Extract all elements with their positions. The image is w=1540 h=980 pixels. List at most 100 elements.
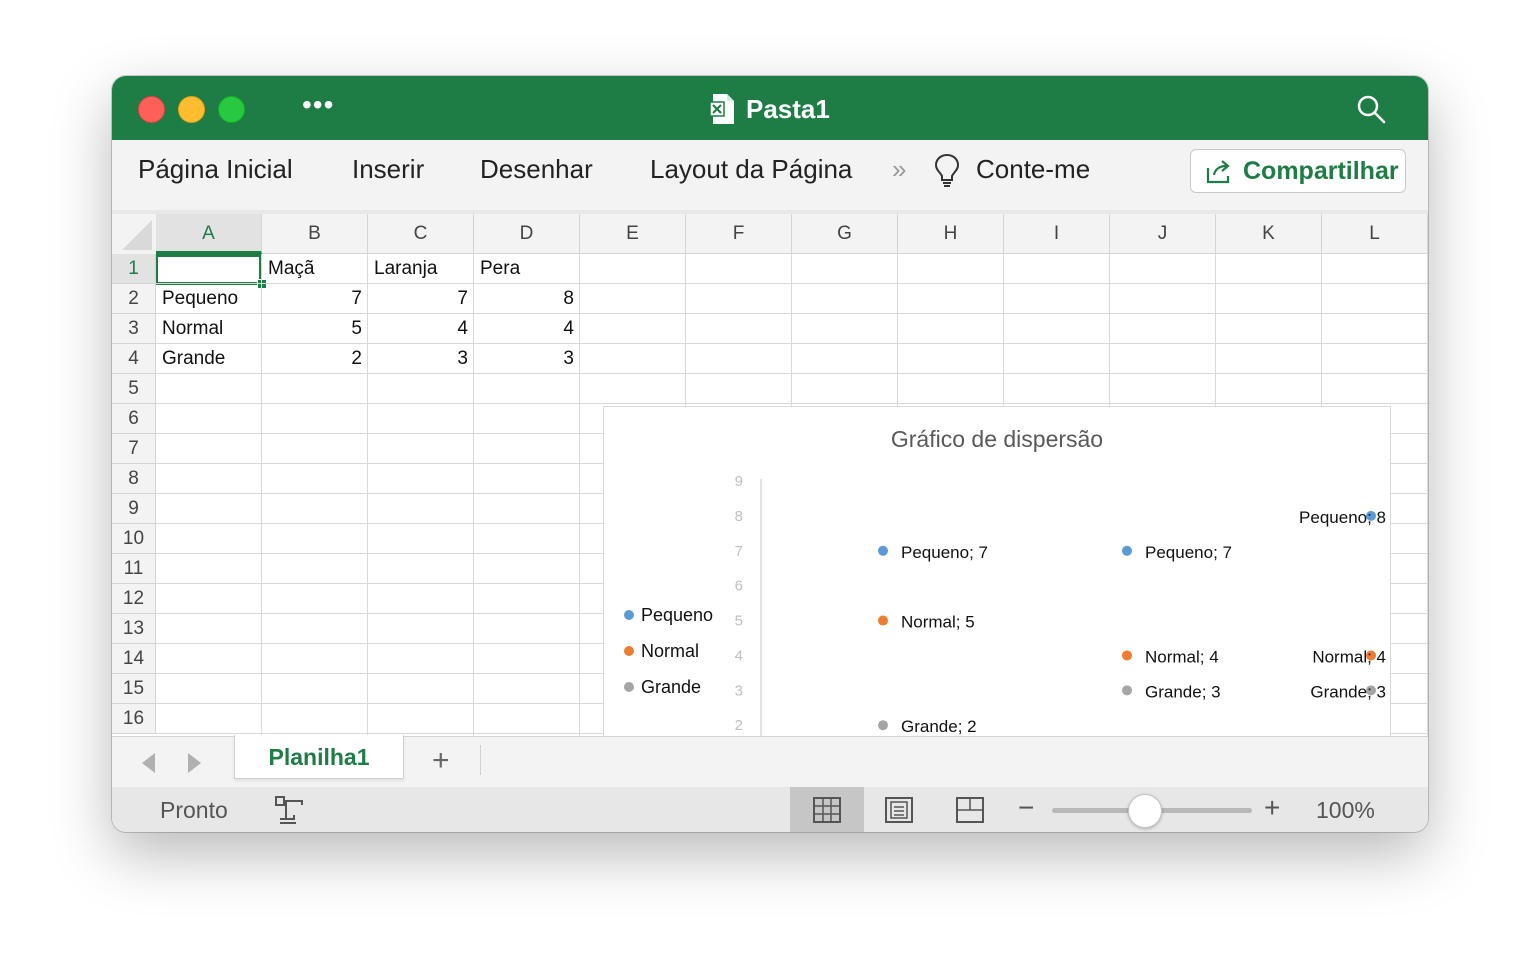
column-header-e[interactable]: E	[580, 214, 686, 254]
row-header-15[interactable]: 15	[112, 674, 156, 704]
close-window-button[interactable]	[138, 96, 165, 123]
cell-row-label[interactable]: Grande	[156, 344, 262, 374]
legend-marker-grande	[624, 682, 634, 692]
row-header-5[interactable]: 5	[112, 374, 156, 404]
column-header-d[interactable]: D	[474, 214, 580, 254]
normal-view-button[interactable]	[790, 787, 864, 832]
tab-layout-da-pagina[interactable]: Layout da Página	[650, 154, 852, 184]
row-header-11[interactable]: 11	[112, 554, 156, 584]
select-all-corner[interactable]	[112, 214, 157, 255]
legend-marker-normal	[624, 646, 634, 656]
tell-me-search[interactable]: Conte-me	[976, 154, 1090, 184]
row-header-6[interactable]: 6	[112, 404, 156, 434]
column-header-b[interactable]: B	[262, 214, 368, 254]
y-tick-label: 2	[735, 717, 743, 734]
row-header-3[interactable]: 3	[112, 314, 156, 344]
column-header-j[interactable]: J	[1110, 214, 1216, 254]
cell-header-b1[interactable]: Maçã	[262, 254, 368, 284]
cell-value[interactable]: 8	[474, 284, 580, 314]
sheet-tab-bar: Planilha1 +	[112, 735, 1428, 788]
row-header-13[interactable]: 13	[112, 614, 156, 644]
column-header-c[interactable]: C	[368, 214, 474, 254]
add-sheet-icon[interactable]: +	[432, 743, 450, 779]
row-header-1[interactable]: 1	[112, 254, 156, 284]
data-label: Normal; 4	[1145, 647, 1219, 666]
row-gridline	[156, 403, 1428, 404]
zoom-level[interactable]: 100%	[1316, 795, 1375, 825]
legend-label-normal: Normal	[641, 641, 699, 661]
spreadsheet-grid[interactable]: A B C D E F G H I J K L 1 2 3 4 5 6 7 8 9 10 11 12 13 14 15 16 Maçã L…	[112, 214, 1428, 736]
cell-value[interactable]: 4	[474, 314, 580, 344]
sheet-tab-planilha1[interactable]: Planilha1	[234, 735, 404, 779]
cell-value[interactable]: 4	[368, 314, 474, 344]
tab-desenhar[interactable]: Desenhar	[480, 154, 593, 184]
column-header-a[interactable]: A	[156, 214, 262, 254]
cell-header-d1[interactable]: Pera	[474, 254, 580, 284]
zoom-window-button[interactable]	[218, 96, 245, 123]
normal-view-grid-icon	[813, 797, 841, 823]
share-label: Compartilhar	[1243, 156, 1399, 185]
cell-row-label[interactable]: Pequeno	[156, 284, 262, 314]
share-icon	[1206, 160, 1230, 184]
legend-label-grande: Grande	[641, 677, 701, 697]
excel-window: ••• Pasta1 Página Inicial Inserir Desenh…	[112, 76, 1428, 832]
cell-value[interactable]: 3	[368, 344, 474, 374]
next-sheet-icon[interactable]	[188, 753, 201, 773]
y-tick-label: 6	[735, 578, 743, 595]
column-header-h[interactable]: H	[898, 214, 1004, 254]
tab-inserir[interactable]: Inserir	[352, 154, 424, 184]
zoom-in-button[interactable]: +	[1264, 793, 1280, 823]
search-icon[interactable]	[1356, 94, 1386, 124]
y-tick-label: 8	[735, 508, 743, 525]
row-header-4[interactable]: 4	[112, 344, 156, 374]
sheet-bar-divider	[480, 745, 481, 775]
cell-value[interactable]: 7	[368, 284, 474, 314]
zoom-out-button[interactable]: −	[1018, 793, 1034, 823]
cell-row-label[interactable]: Normal	[156, 314, 262, 344]
column-header-l[interactable]: L	[1322, 214, 1428, 254]
data-label: Grande; 3	[1145, 682, 1221, 701]
more-options-icon[interactable]: •••	[302, 90, 334, 120]
scatter-point-grande	[1122, 685, 1132, 696]
row-header-2[interactable]: 2	[112, 284, 156, 314]
status-bar: Pronto − + 100%	[112, 787, 1428, 832]
data-label: Normal; 5	[901, 613, 975, 632]
share-button[interactable]: Compartilhar	[1190, 149, 1406, 193]
cell-header-c1[interactable]: Laranja	[368, 254, 474, 284]
row-header-12[interactable]: 12	[112, 584, 156, 614]
scatter-point-pequeno	[878, 545, 888, 556]
tab-pagina-inicial[interactable]: Página Inicial	[138, 154, 293, 184]
page-layout-view-icon[interactable]	[885, 797, 913, 823]
data-label: Normal; 4	[1312, 647, 1386, 666]
cell-value[interactable]: 5	[262, 314, 368, 344]
row-header-7[interactable]: 7	[112, 434, 156, 464]
scatter-point-pequeno	[1122, 545, 1132, 556]
column-header-i[interactable]: I	[1004, 214, 1110, 254]
macro-recording-icon[interactable]	[274, 795, 306, 825]
scatter-point-normal	[1122, 650, 1132, 661]
scatter-point-grande	[878, 720, 888, 731]
minimize-window-button[interactable]	[178, 96, 205, 123]
cell-value[interactable]: 2	[262, 344, 368, 374]
scatter-point-normal	[878, 615, 888, 626]
scatter-chart[interactable]: Gráfico de dispersão0123456789123Pequeno…	[603, 406, 1391, 736]
row-header-10[interactable]: 10	[112, 524, 156, 554]
row-header-9[interactable]: 9	[112, 494, 156, 524]
ribbon-overflow-chevron-icon[interactable]: »	[892, 154, 906, 184]
data-label: Pequeno; 8	[1299, 508, 1386, 527]
row-header-8[interactable]: 8	[112, 464, 156, 494]
column-header-f[interactable]: F	[686, 214, 792, 254]
column-header-k[interactable]: K	[1216, 214, 1322, 254]
previous-sheet-icon[interactable]	[142, 753, 155, 773]
page-break-preview-icon[interactable]	[956, 797, 984, 823]
cell-header-a1[interactable]	[156, 254, 262, 284]
title-group: Pasta1	[710, 92, 830, 126]
cell-value[interactable]: 3	[474, 344, 580, 374]
row-header-14[interactable]: 14	[112, 644, 156, 674]
cell-value[interactable]: 7	[262, 284, 368, 314]
ribbon-tabs: Página Inicial Inserir Desenhar Layout d…	[112, 140, 1428, 211]
zoom-slider-thumb[interactable]	[1128, 794, 1162, 828]
status-text: Pronto	[160, 797, 228, 823]
row-header-16[interactable]: 16	[112, 704, 156, 734]
column-header-g[interactable]: G	[792, 214, 898, 254]
